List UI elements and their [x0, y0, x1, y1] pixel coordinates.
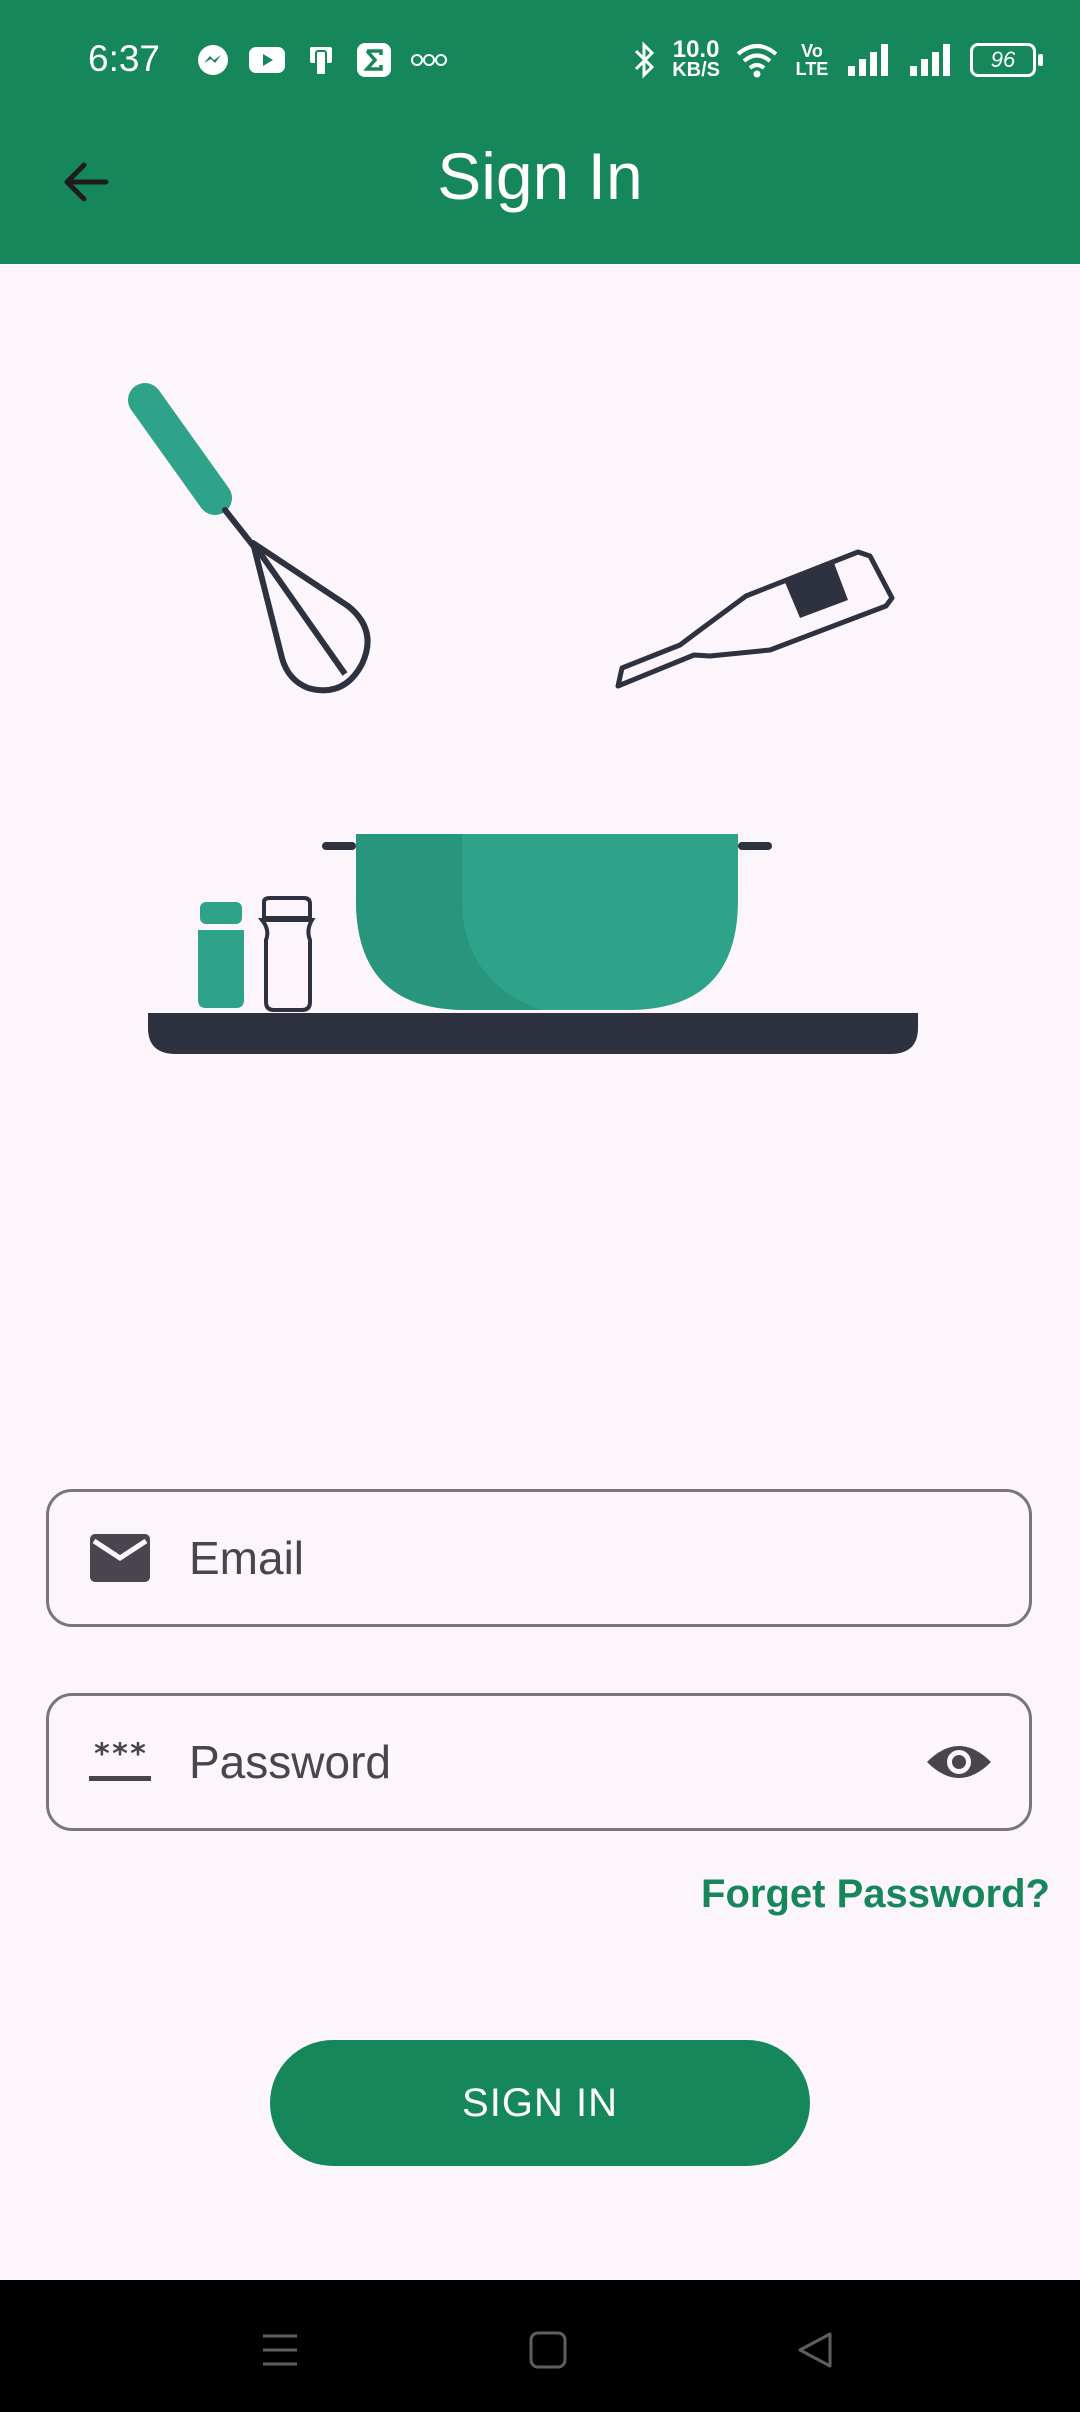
signal-icon-2: [910, 44, 950, 76]
more-notifications-icon: [411, 54, 447, 66]
status-time: 6:37: [88, 38, 161, 79]
network-speed: 10.0 KB/S: [672, 36, 720, 81]
status-bar: 6:37 10.0 KB/S Vo LTE 96: [0, 0, 1080, 124]
forgot-password-link[interactable]: Forget Password?: [701, 1872, 1050, 1917]
battery-indicator: 96: [970, 43, 1043, 77]
email-field[interactable]: [46, 1489, 1032, 1627]
bluetooth-icon: [635, 41, 655, 79]
signal-icon-1: [848, 44, 888, 76]
sign-in-button[interactable]: SIGN IN: [270, 2040, 810, 2166]
home-square-icon: [529, 2331, 567, 2369]
back-triangle-icon: [798, 2332, 832, 2368]
system-status-icons: 10.0 KB/S Vo LTE 96: [632, 36, 1043, 81]
password-field[interactable]: ***: [46, 1693, 1032, 1831]
shelf-illustration: [148, 1013, 918, 1054]
system-nav-bar: [0, 2280, 1080, 2412]
thermometer-illustration: [615, 549, 895, 689]
whisk-illustration: [128, 383, 371, 694]
svg-text:***: ***: [93, 1742, 147, 1772]
password-input[interactable]: [187, 1734, 919, 1790]
eye-icon: [927, 1746, 991, 1778]
nav-menu-button[interactable]: [250, 2320, 310, 2380]
app-bar: 6:37 10.0 KB/S Vo LTE 96 Sign In: [0, 0, 1080, 264]
mail-icon: [90, 1534, 150, 1582]
youtube-icon: [249, 47, 285, 73]
notification-icons: [196, 42, 448, 78]
email-leading-icon: [85, 1533, 155, 1583]
password-icon: ***: [89, 1742, 151, 1781]
shakers-illustration: [198, 896, 316, 1012]
wifi-icon: [736, 44, 778, 78]
nav-back-button[interactable]: [786, 2320, 846, 2380]
volte-indicator: Vo LTE: [795, 41, 829, 79]
cooking-illustration: [128, 383, 918, 1054]
pot-illustration: [322, 834, 772, 1010]
password-leading-icon: ***: [85, 1742, 155, 1782]
device-icon: [310, 47, 332, 76]
nav-home-button[interactable]: [518, 2320, 578, 2380]
email-input[interactable]: [187, 1530, 1029, 1586]
menu-icon: [263, 2334, 297, 2366]
messenger-icon: [198, 45, 228, 75]
sigma-icon: [357, 43, 391, 77]
page-title: Sign In: [437, 139, 643, 213]
toggle-password-visibility[interactable]: [919, 1740, 999, 1784]
